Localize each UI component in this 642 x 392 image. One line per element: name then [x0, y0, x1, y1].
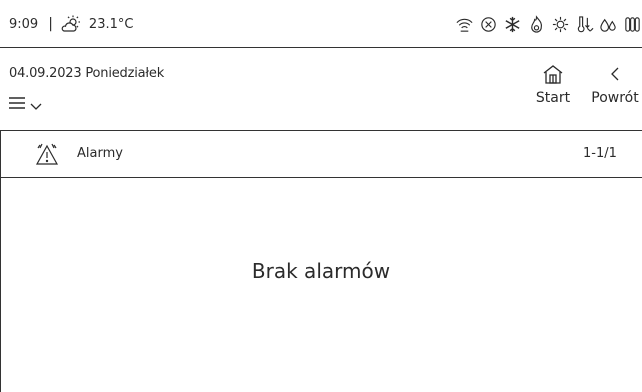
sun-gear-icon	[551, 15, 570, 34]
list-title: Alarmy	[77, 146, 123, 161]
alarms-list	[0, 178, 642, 392]
status-icons	[455, 0, 642, 48]
wifi-icon	[455, 15, 474, 34]
status-bar: 9:09 | 23.1°C	[0, 0, 642, 48]
chevron-down-icon	[30, 96, 42, 115]
snowflake-icon	[503, 15, 522, 34]
alarms-screen: 9:09 | 23.1°C 04.09.2023 Poniedziałek St…	[0, 0, 642, 392]
date-label: 04.09.2023 Poniedziałek	[9, 66, 165, 81]
page-counter: 1-1/1	[583, 146, 617, 161]
back-label: Powrót	[591, 90, 639, 106]
chevron-left-icon	[609, 64, 621, 88]
back-button[interactable]: Powrót	[588, 64, 642, 106]
thermometer-arrows-icon	[575, 15, 594, 34]
alarm-warning-icon	[34, 142, 60, 166]
cancel-circle-icon	[479, 15, 498, 34]
start-button[interactable]: Start	[533, 64, 573, 106]
flame-icon	[527, 14, 546, 34]
alarms-list-header: Alarmy 1-1/1	[0, 130, 642, 178]
home-icon	[542, 64, 564, 88]
start-label: Start	[535, 90, 571, 106]
drops-icon	[599, 15, 618, 34]
empty-state-message: Brak alarmów	[251, 259, 391, 283]
partly-sunny-icon	[61, 14, 81, 34]
outdoor-temperature: 23.1°C	[88, 16, 134, 32]
status-left: 9:09 | 23.1°C	[9, 0, 133, 48]
clock: 9:09	[9, 16, 39, 32]
menu-button[interactable]	[8, 95, 42, 115]
radiator-icon	[623, 15, 642, 34]
status-separator: |	[48, 16, 53, 32]
hamburger-icon	[8, 95, 26, 115]
